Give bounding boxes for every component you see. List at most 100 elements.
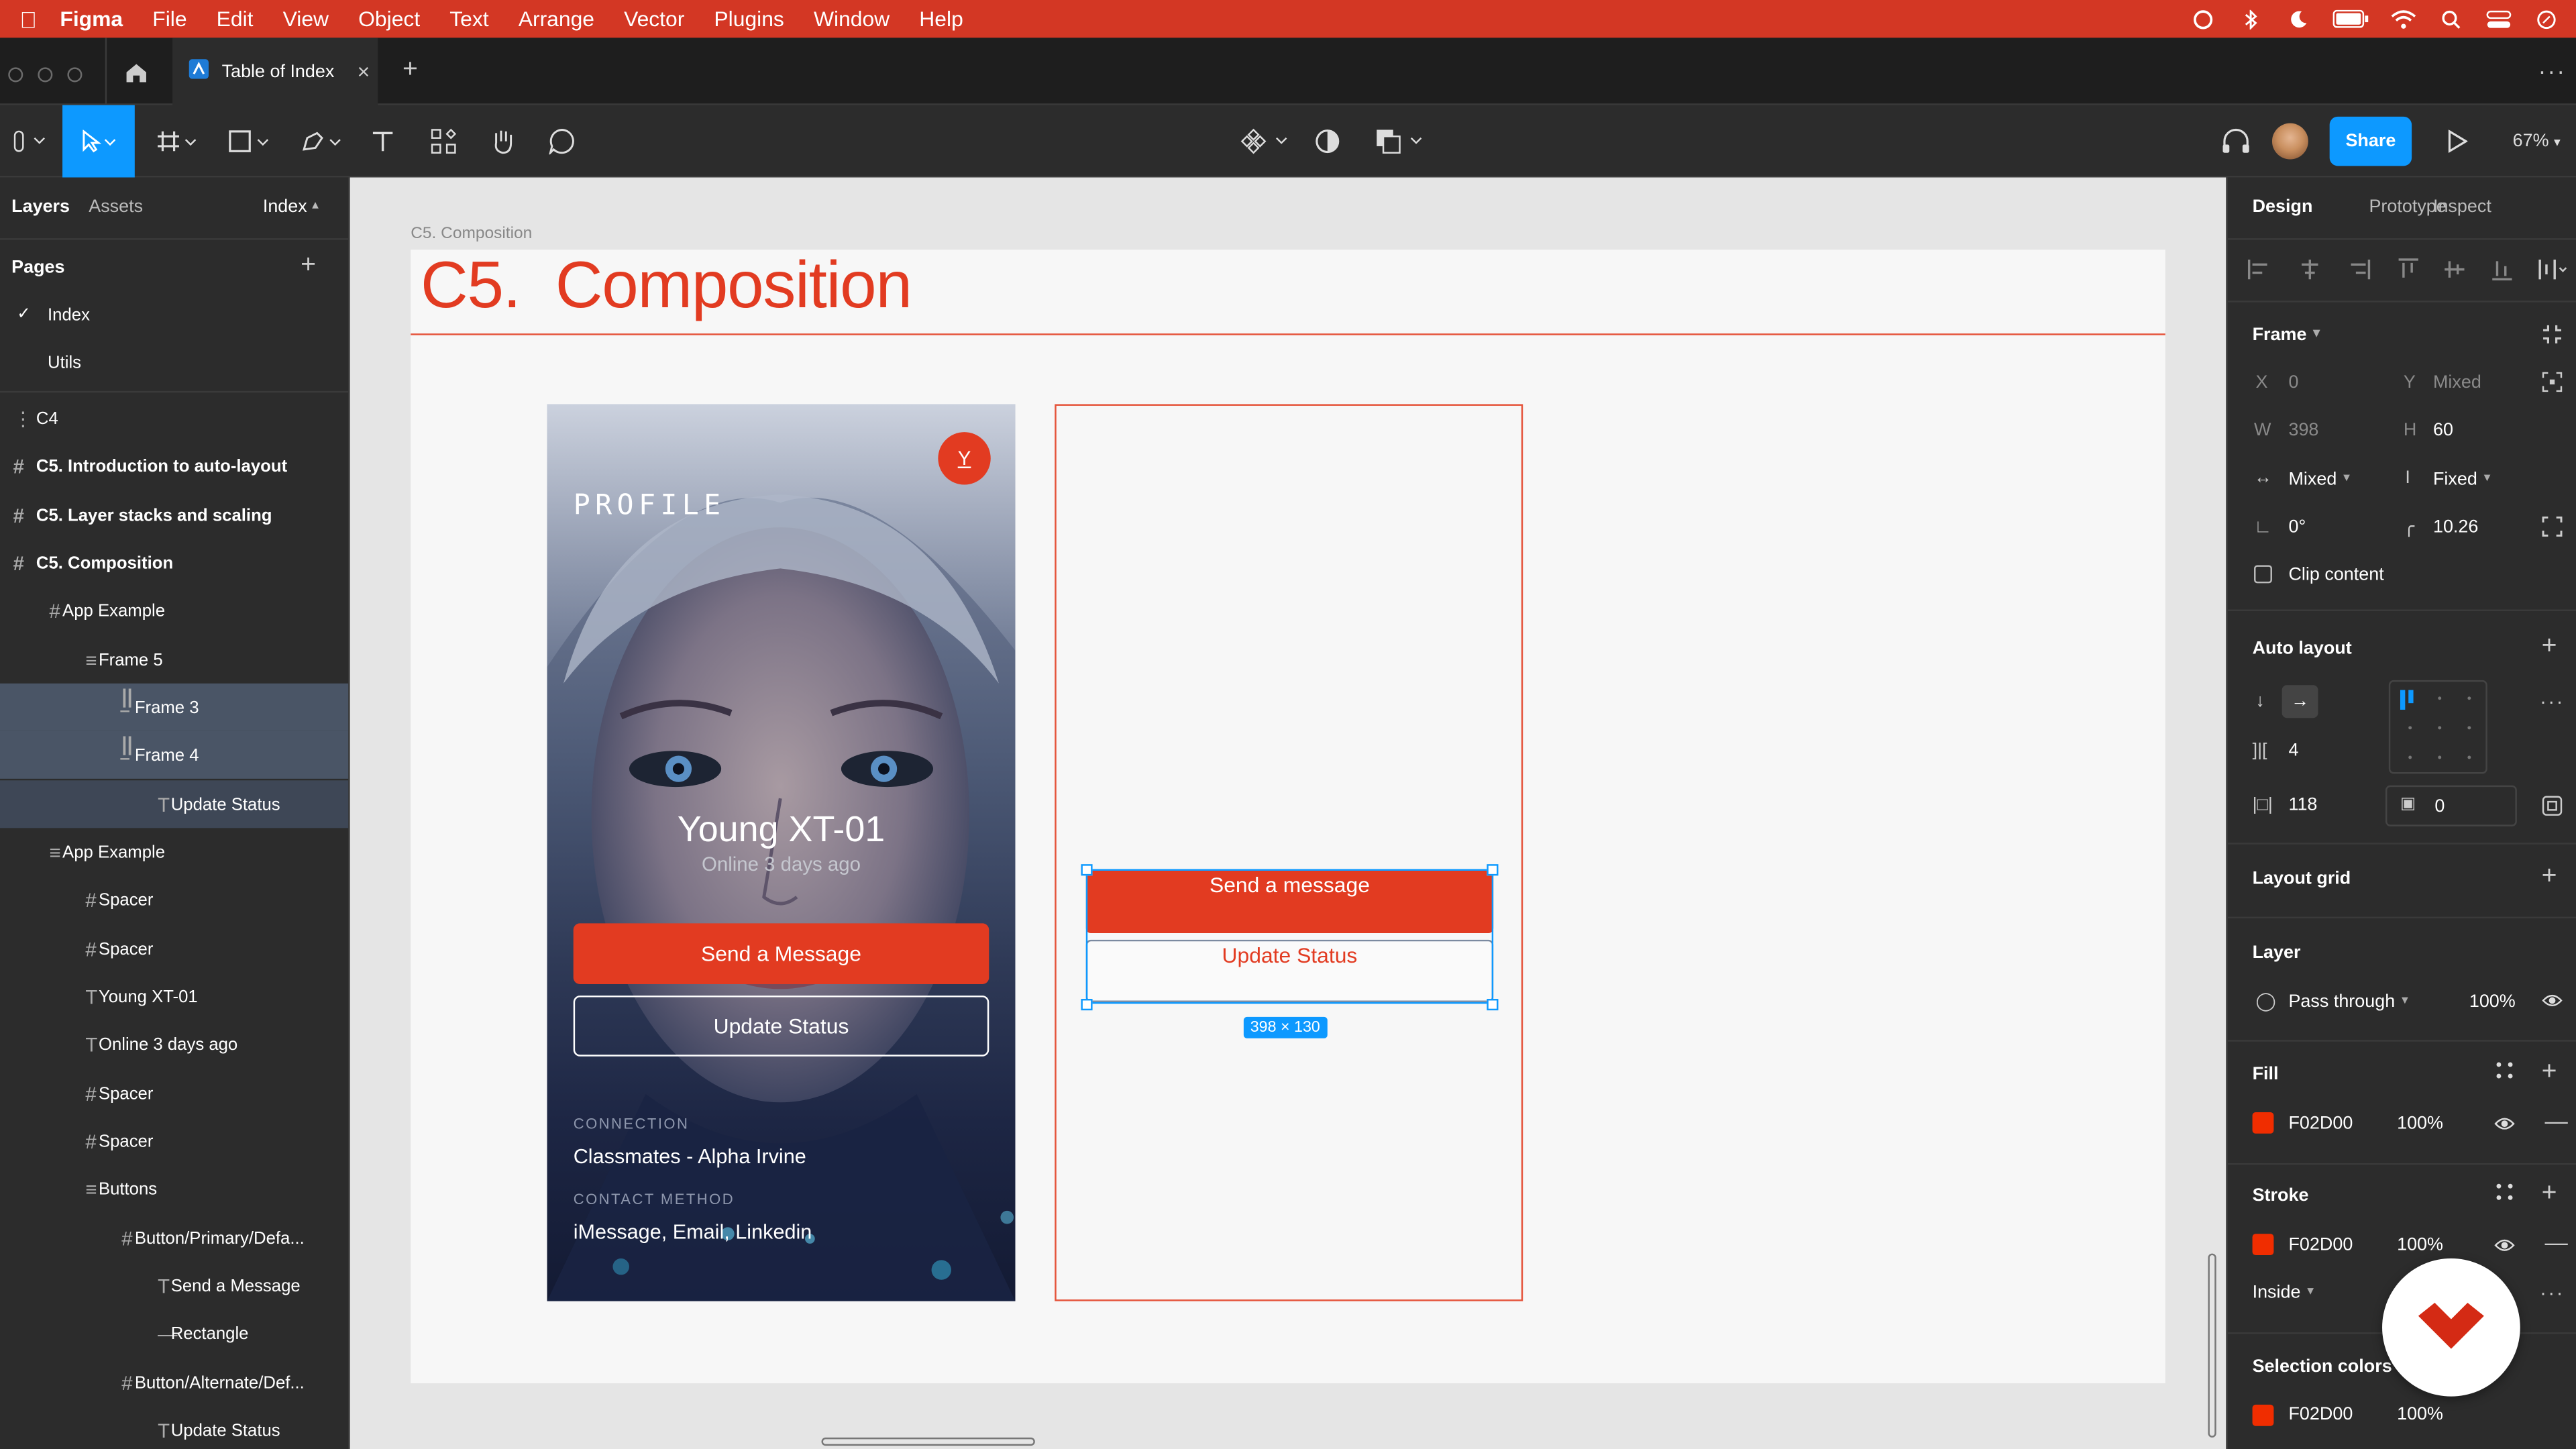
w-input[interactable]: 398 (2288, 421, 2318, 440)
independent-padding-icon[interactable] (2542, 795, 2563, 821)
layer-row[interactable]: # C5. Composition (0, 539, 348, 586)
update-status-button-selected[interactable]: Update Status (1085, 939, 1494, 1002)
resize-handle[interactable] (1081, 864, 1093, 876)
menu-text[interactable]: Text (449, 7, 488, 32)
horizontal-resizing-dropdown[interactable]: Mixed ▾ (2288, 470, 2349, 489)
fill-color-swatch[interactable] (2252, 1112, 2274, 1134)
layer-row[interactable]: T Young XT-01 (0, 973, 348, 1020)
selection-color-opacity[interactable]: 100% (2397, 1405, 2443, 1424)
component-tool-button[interactable] (1236, 105, 1295, 178)
window-minimize-button[interactable] (38, 67, 53, 83)
resize-handle[interactable] (1487, 864, 1499, 876)
distribute-icon[interactable] (2538, 257, 2568, 285)
layer-row-selected[interactable]: ||‾ Frame 3 (0, 683, 349, 731)
menu-help[interactable]: Help (919, 7, 963, 32)
profile-card[interactable]: PROFILE Y Young XT-01 Online 3 days ago … (547, 404, 1016, 1301)
horizontal-scrollbar[interactable] (821, 1437, 1035, 1446)
layer-row-selected[interactable]: ||‾ Frame 4 (0, 731, 349, 779)
page-item-utils[interactable]: Utils (0, 338, 348, 386)
page-item-index[interactable]: ✓ Index (0, 290, 348, 338)
stroke-color-swatch[interactable] (2252, 1234, 2274, 1256)
send-a-message-button[interactable]: Send a message (1085, 870, 1494, 934)
auto-layout-more-icon[interactable]: ··· (2540, 690, 2565, 713)
main-menu-button[interactable] (0, 105, 59, 178)
tab-layers[interactable]: Layers (11, 197, 70, 217)
boolean-tool-button[interactable] (1370, 105, 1429, 178)
moon-icon[interactable] (2286, 9, 2312, 28)
close-tab-icon[interactable]: × (358, 59, 370, 84)
send-message-button[interactable]: Send a Message (573, 923, 989, 984)
align-bottom-icon[interactable] (2491, 257, 2512, 285)
add-stroke-button[interactable]: + (2542, 1179, 2557, 1209)
h-input[interactable]: 60 (2433, 421, 2453, 440)
tab-design[interactable]: Design (2253, 197, 2313, 217)
text-tool-button[interactable] (365, 105, 401, 178)
fill-hex-input[interactable]: F02D00 (2288, 1114, 2353, 1133)
rotation-input[interactable]: 0° (2288, 517, 2306, 537)
menu-view[interactable]: View (283, 7, 329, 32)
menu-arrange[interactable]: Arrange (519, 7, 594, 32)
y-input[interactable]: Mixed (2433, 373, 2481, 392)
stroke-opacity-input[interactable]: 100% (2397, 1236, 2443, 1255)
independent-corners-icon[interactable] (2542, 516, 2563, 542)
fill-visibility-eye-icon[interactable] (2494, 1116, 2516, 1137)
vertical-padding-field[interactable]: ▣ 0 (2385, 785, 2517, 826)
align-center-v-icon[interactable] (2445, 257, 2465, 285)
window-zoom-button[interactable] (67, 67, 83, 83)
share-button[interactable]: Share (2329, 116, 2412, 166)
hand-tool-button[interactable] (483, 105, 523, 178)
present-play-icon[interactable] (2441, 105, 2474, 178)
clip-content-checkbox[interactable] (2254, 565, 2272, 584)
fill-opacity-input[interactable]: 100% (2397, 1114, 2443, 1133)
layer-row[interactable]: — Rectangle (0, 1309, 348, 1357)
new-tab-button[interactable]: + (402, 56, 418, 85)
selection-color-swatch[interactable] (2252, 1404, 2274, 1426)
layer-row[interactable]: # Button/Primary/Defa... (0, 1214, 348, 1262)
search-icon[interactable] (2438, 9, 2464, 28)
pen-tool-button[interactable] (292, 105, 352, 178)
menu-edit[interactable]: Edit (217, 7, 254, 32)
menu-vector[interactable]: Vector (624, 7, 684, 32)
blend-mode-dropdown[interactable]: Pass through ▾ (2288, 992, 2408, 1012)
layer-opacity-input[interactable]: 100% (2469, 992, 2516, 1012)
resources-tool-button[interactable] (424, 105, 464, 178)
layer-row[interactable]: # Spacer (0, 875, 348, 923)
more-options-icon[interactable]: ··· (2538, 58, 2567, 84)
layer-row[interactable]: T Send a Message (0, 1262, 348, 1309)
menu-object[interactable]: Object (358, 7, 420, 32)
update-status-button[interactable]: Update Status (573, 996, 989, 1057)
layer-row[interactable]: ≡ Frame 5 (0, 636, 348, 684)
remove-fill-button[interactable]: — (2545, 1108, 2568, 1134)
alignment-grid[interactable] (2388, 680, 2487, 774)
audio-headphones-icon[interactable] (2218, 105, 2254, 178)
resize-to-fit-icon[interactable] (2542, 323, 2563, 350)
tab-assets[interactable]: Assets (89, 197, 143, 217)
frame-tool-button[interactable] (148, 105, 207, 178)
align-top-icon[interactable] (2398, 257, 2418, 285)
bluetooth-icon[interactable] (2238, 9, 2264, 29)
layer-row[interactable]: # Spacer (0, 925, 348, 973)
frame-name-label[interactable]: C5. Composition (411, 225, 532, 244)
tab-inspect[interactable]: Inspect (2433, 197, 2491, 217)
stroke-position-dropdown[interactable]: Inside ▾ (2253, 1283, 2314, 1303)
add-fill-button[interactable]: + (2542, 1058, 2557, 1087)
x-input[interactable]: 0 (2288, 373, 2298, 392)
align-center-h-icon[interactable] (2298, 258, 2320, 284)
layer-row[interactable]: ≡ Buttons (0, 1165, 348, 1212)
visibility-eye-icon[interactable] (2542, 992, 2563, 1014)
stroke-visibility-eye-icon[interactable] (2494, 1237, 2516, 1258)
layer-row[interactable]: T Update Status (0, 1406, 348, 1449)
align-right-icon[interactable] (2348, 258, 2371, 284)
layer-row[interactable]: ⋮ C4 (0, 394, 348, 442)
stroke-hex-input[interactable]: F02D00 (2288, 1236, 2353, 1255)
add-page-button[interactable]: + (301, 252, 316, 281)
frame-section-title[interactable]: Frame ▾ (2253, 325, 2320, 345)
remove-stroke-button[interactable]: — (2545, 1229, 2568, 1255)
move-tool-button[interactable] (62, 105, 135, 178)
wifi-icon[interactable] (2390, 9, 2416, 28)
menu-window[interactable]: Window (814, 7, 890, 32)
avatar-initial-badge[interactable]: Y (938, 432, 991, 485)
tab-table-of-index[interactable]: Table of Index × (172, 38, 378, 105)
stroke-styles-icon[interactable] (2496, 1183, 2514, 1205)
direction-vertical-icon[interactable]: ↓ (2255, 692, 2264, 711)
